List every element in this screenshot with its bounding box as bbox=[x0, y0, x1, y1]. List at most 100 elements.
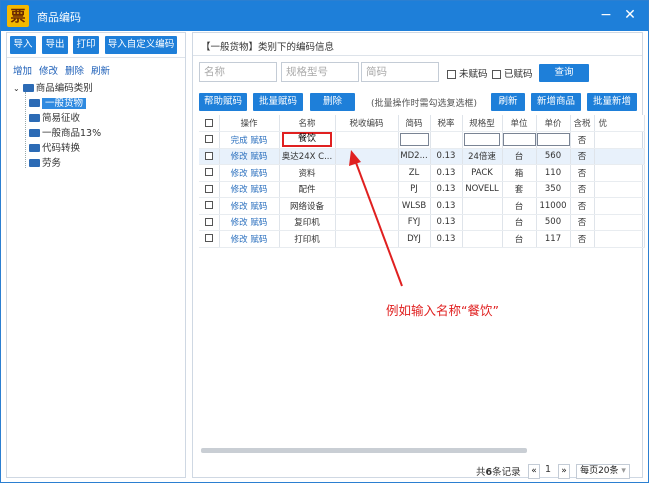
row-select[interactable] bbox=[199, 148, 220, 165]
tree-item-general-goods[interactable]: 一般货物 bbox=[29, 95, 87, 109]
short-code-input[interactable] bbox=[399, 133, 429, 147]
name-cell: 餐饮 bbox=[279, 131, 336, 149]
edit-link[interactable]: 修改 bbox=[231, 235, 248, 245]
refresh-button[interactable]: 刷新 bbox=[491, 93, 525, 111]
done-link[interactable]: 完成 bbox=[231, 136, 248, 146]
assigned-checkbox[interactable]: 已赋码 bbox=[492, 66, 533, 80]
edit-link[interactable]: 修改 bbox=[231, 202, 248, 212]
checkbox-icon[interactable] bbox=[447, 70, 456, 79]
horizontal-scrollbar[interactable] bbox=[201, 448, 527, 453]
edit-category-link[interactable]: 修改 bbox=[39, 63, 58, 77]
category-panel: 导入 导出 打印 导入自定义编码 增加 修改 删除 刷新 ⌄ 商品编码类别 一般… bbox=[6, 32, 186, 478]
row-actions: 修改 赋码 bbox=[219, 214, 280, 231]
assign-code-link[interactable]: 赋码 bbox=[250, 202, 267, 212]
table-row[interactable]: 修改 赋码 配件 PJ 0.13 NOVELL 套 350 否 bbox=[199, 181, 645, 198]
spec-cell: 24倍速 bbox=[462, 148, 503, 165]
short-code-cell: WLSB bbox=[398, 197, 431, 215]
batch-assign-button[interactable]: 批量赋码 bbox=[253, 93, 303, 111]
minimize-icon[interactable]: − bbox=[597, 6, 615, 24]
name-edit-input[interactable]: 餐饮 bbox=[282, 132, 332, 148]
row-select[interactable] bbox=[199, 131, 220, 149]
tree-item-label: 代码转换 bbox=[42, 143, 81, 154]
checkbox-icon[interactable] bbox=[492, 70, 501, 79]
import-button[interactable]: 导入 bbox=[10, 36, 36, 54]
tax-incl-cell: 否 bbox=[570, 148, 595, 165]
query-button[interactable]: 查询 bbox=[539, 64, 589, 82]
checkbox-icon[interactable] bbox=[204, 135, 213, 144]
spec-input[interactable] bbox=[464, 133, 500, 147]
assign-code-link[interactable]: 赋码 bbox=[250, 235, 267, 245]
edit-link[interactable]: 修改 bbox=[231, 152, 248, 162]
row-select[interactable] bbox=[199, 164, 220, 182]
add-category-link[interactable]: 增加 bbox=[13, 63, 32, 77]
tree-item-code-convert[interactable]: 代码转换 bbox=[29, 140, 80, 154]
rate-cell: 0.13 bbox=[430, 181, 463, 198]
print-button[interactable]: 打印 bbox=[73, 36, 99, 54]
row-select[interactable] bbox=[199, 230, 220, 248]
spec-cell bbox=[462, 214, 503, 231]
extra-cell bbox=[594, 230, 645, 248]
tax-code-cell[interactable] bbox=[335, 131, 399, 149]
edit-link[interactable]: 修改 bbox=[231, 169, 248, 179]
row-select[interactable] bbox=[199, 214, 220, 231]
tax-incl-cell: 否 bbox=[570, 214, 595, 231]
tree-root[interactable]: ⌄ 商品编码类别 bbox=[13, 80, 93, 94]
tax-incl-cell[interactable]: 否 bbox=[570, 131, 595, 149]
tree-item-labor[interactable]: 劳务 bbox=[29, 155, 61, 169]
help-assign-button[interactable]: 帮助赋码 bbox=[199, 93, 247, 111]
delete-category-link[interactable]: 删除 bbox=[65, 63, 84, 77]
short-code-search-input[interactable]: 简码 bbox=[361, 62, 439, 82]
table-row[interactable]: 修改 赋码 复印机 FYJ 0.13 台 500 否 bbox=[199, 214, 645, 231]
assign-code-link[interactable]: 赋码 bbox=[250, 218, 267, 228]
tree-item-general-13[interactable]: 一般商品13% bbox=[29, 125, 101, 139]
row-select[interactable] bbox=[199, 181, 220, 198]
spec-search-input[interactable]: 规格型号 bbox=[281, 62, 359, 82]
collapse-icon[interactable]: ⌄ bbox=[13, 84, 20, 93]
checkbox-icon[interactable] bbox=[204, 184, 213, 193]
close-icon[interactable]: ✕ bbox=[621, 6, 639, 24]
table-row[interactable]: 修改 赋码 奥达24X C... MD2... 0.13 24倍速 台 560 … bbox=[199, 148, 645, 165]
checkbox-icon[interactable] bbox=[204, 118, 213, 127]
checkbox-icon[interactable] bbox=[204, 151, 213, 160]
delete-button[interactable]: 删除 bbox=[310, 93, 355, 111]
batch-add-button[interactable]: 批量新增 bbox=[587, 93, 637, 111]
assign-code-link[interactable]: 赋码 bbox=[250, 152, 267, 162]
assign-code-link[interactable]: 赋码 bbox=[250, 169, 267, 179]
checkbox-icon[interactable] bbox=[204, 168, 213, 177]
assign-code-link[interactable]: 赋码 bbox=[250, 136, 267, 146]
row-select[interactable] bbox=[199, 197, 220, 215]
edit-link[interactable]: 修改 bbox=[231, 185, 248, 195]
name-cell: 复印机 bbox=[279, 214, 336, 231]
table-row[interactable]: 修改 赋码 资料 ZL 0.13 PACK 箱 110 否 bbox=[199, 164, 645, 182]
unit-cell: 台 bbox=[502, 230, 537, 248]
unit-cell: 台 bbox=[502, 214, 537, 231]
unit-input[interactable] bbox=[502, 133, 535, 147]
select-all-cell[interactable] bbox=[199, 115, 220, 132]
import-custom-code-button[interactable]: 导入自定义编码 bbox=[105, 36, 177, 54]
refresh-category-link[interactable]: 刷新 bbox=[91, 63, 110, 77]
assign-code-link[interactable]: 赋码 bbox=[250, 185, 267, 195]
short-code-cell bbox=[398, 131, 431, 149]
prev-page-button[interactable]: « bbox=[528, 464, 540, 479]
spec-cell: PACK bbox=[462, 164, 503, 182]
checkbox-icon[interactable] bbox=[204, 234, 213, 243]
export-button[interactable]: 导出 bbox=[42, 36, 68, 54]
edit-link[interactable]: 修改 bbox=[231, 218, 248, 228]
next-page-button[interactable]: » bbox=[558, 464, 570, 479]
not-assigned-checkbox[interactable]: 未赋码 bbox=[447, 66, 488, 80]
unit-cell: 箱 bbox=[502, 164, 537, 182]
table-row[interactable]: 修改 赋码 网络设备 WLSB 0.13 台 11000 否 bbox=[199, 197, 645, 215]
rate-cell[interactable] bbox=[430, 131, 463, 149]
checkbox-icon[interactable] bbox=[204, 217, 213, 226]
price-cell bbox=[536, 131, 571, 149]
tree-item-simple-levy[interactable]: 简易征收 bbox=[29, 110, 80, 124]
name-search-input[interactable]: 名称 bbox=[199, 62, 277, 82]
page-size-select[interactable]: 每页20条 ▾ bbox=[576, 464, 630, 479]
checkbox-icon[interactable] bbox=[204, 201, 213, 210]
tree-item-label: 简易征收 bbox=[42, 113, 81, 124]
add-product-button[interactable]: 新增商品 bbox=[531, 93, 581, 111]
name-cell: 奥达24X C... bbox=[279, 148, 336, 165]
extra-cell bbox=[594, 214, 645, 231]
table-row[interactable]: 修改 赋码 打印机 DYJ 0.13 台 117 否 bbox=[199, 230, 645, 248]
price-input[interactable] bbox=[536, 133, 569, 147]
